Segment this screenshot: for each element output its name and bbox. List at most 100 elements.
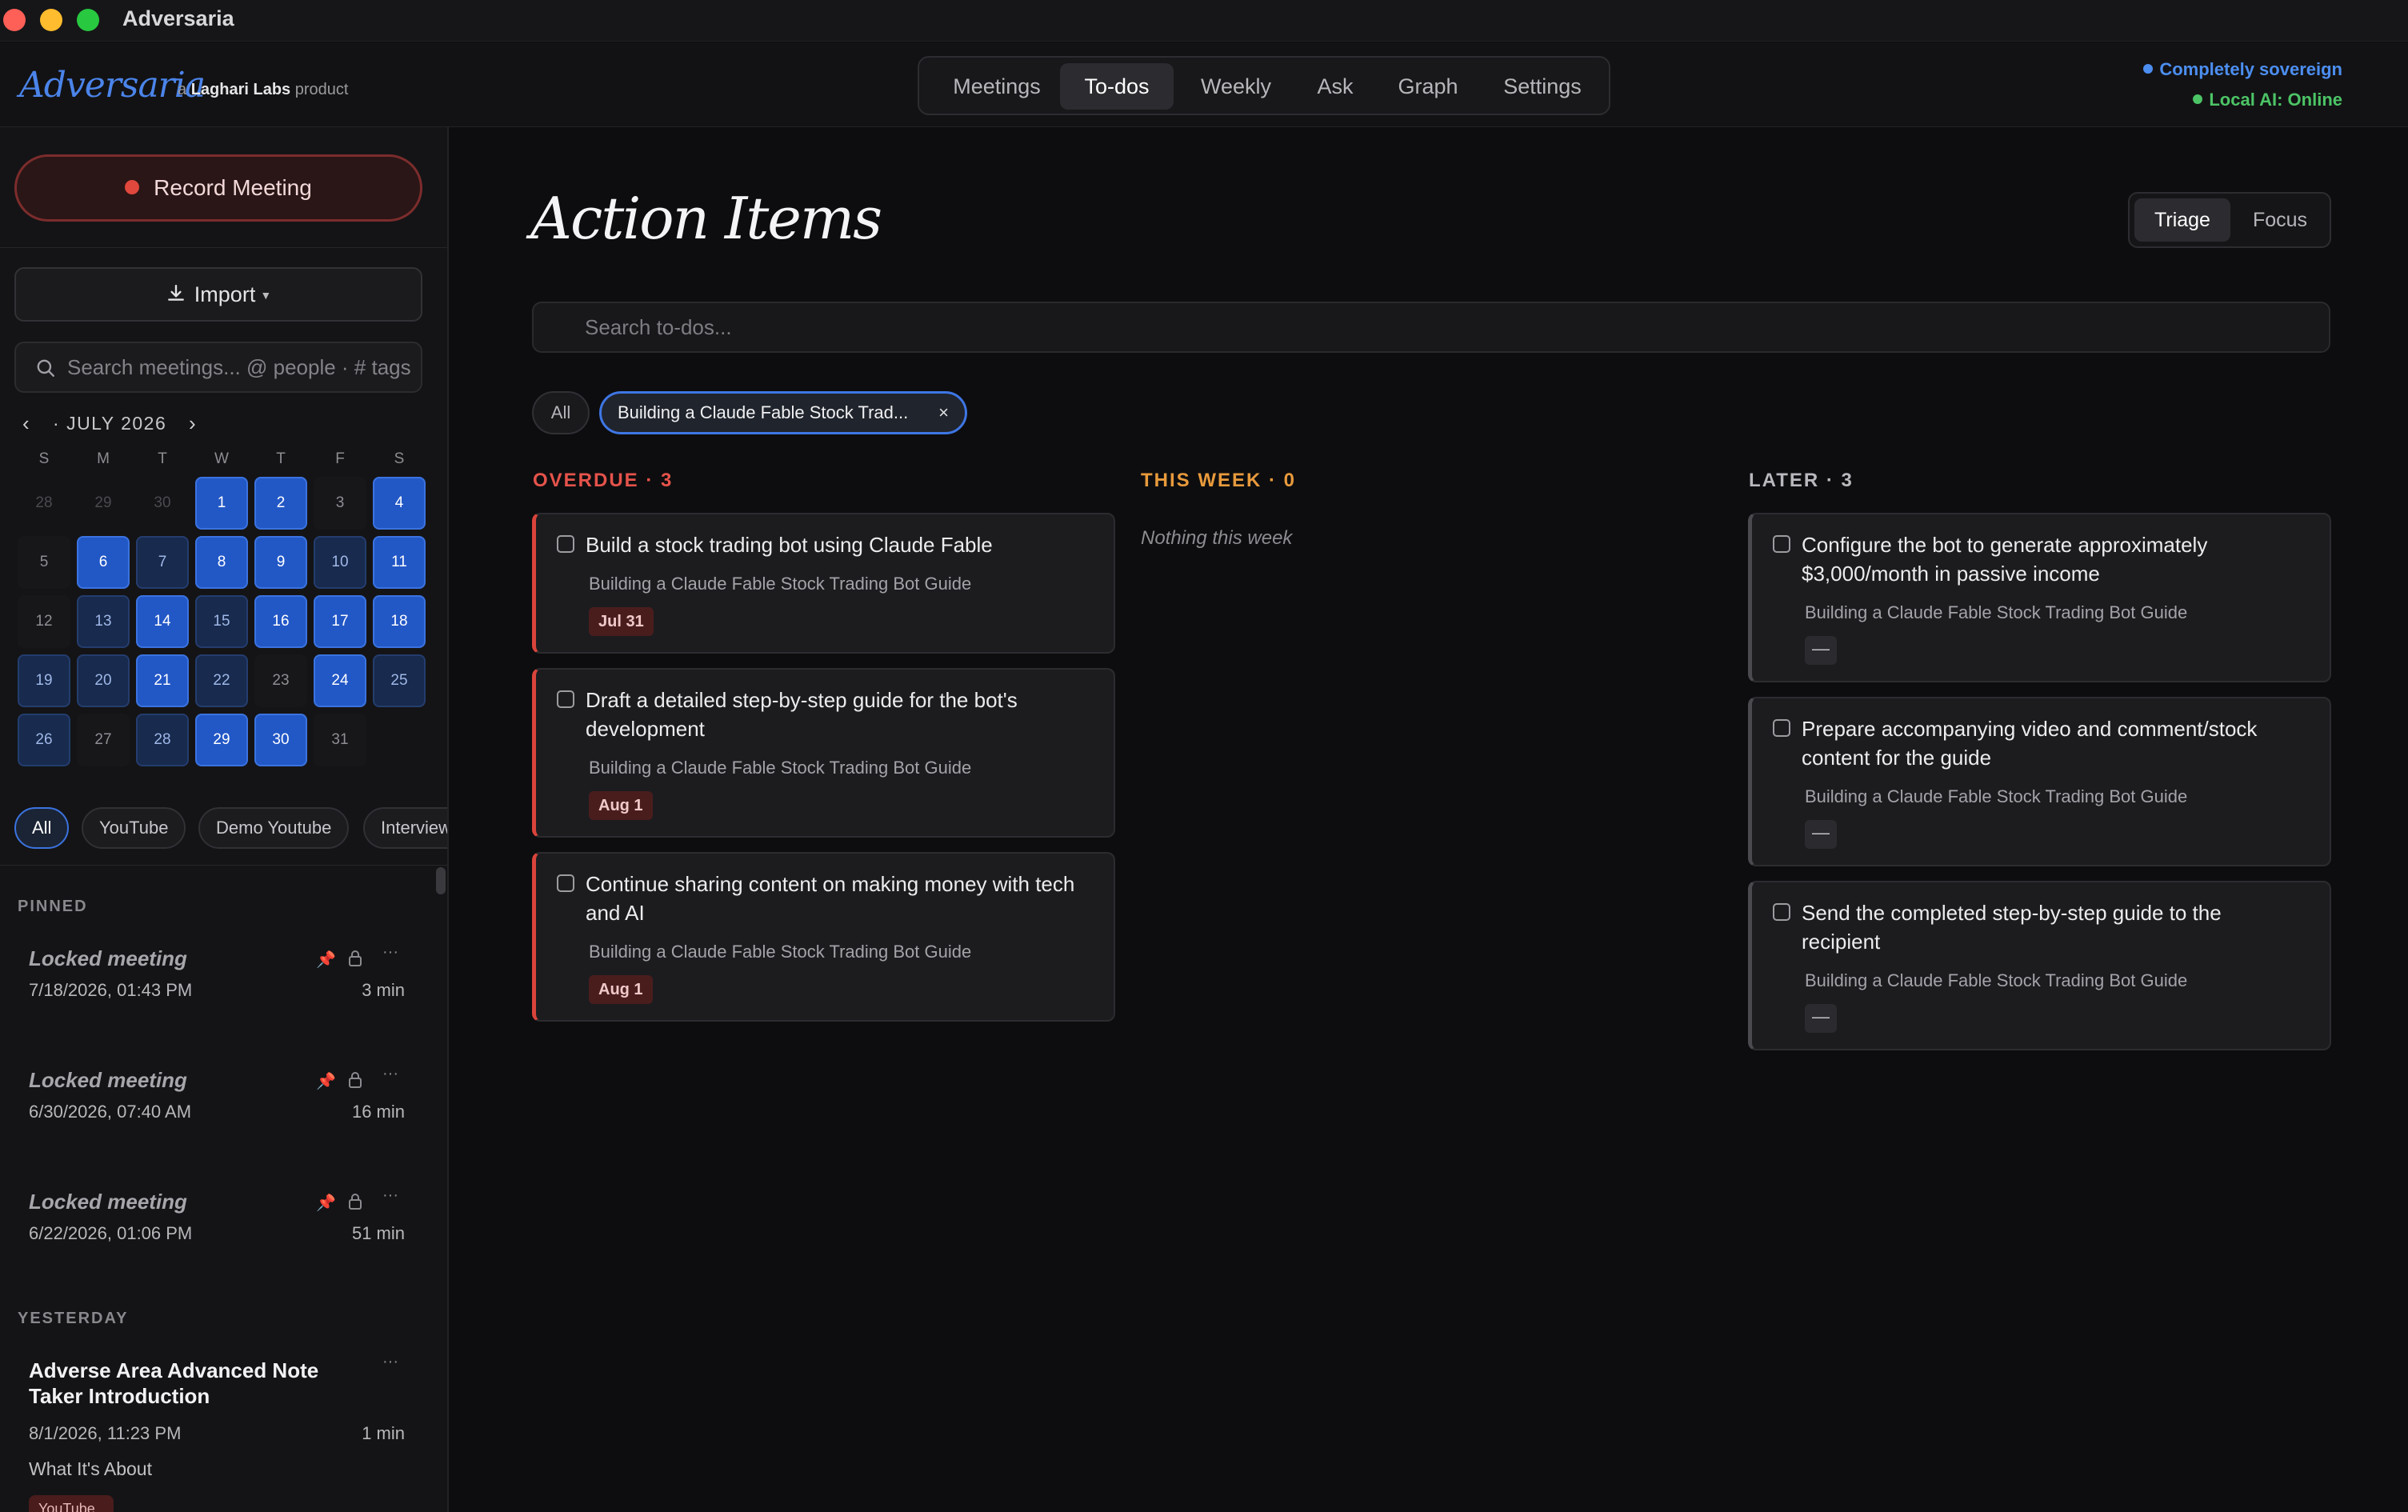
calendar-day[interactable]: 30 (136, 477, 189, 530)
tab-weekly[interactable]: Weekly (1180, 63, 1292, 110)
calendar-day[interactable]: 14 (136, 595, 189, 648)
chip-demo-youtube[interactable]: Demo Youtube (198, 807, 350, 849)
calendar-weekday: W (214, 450, 229, 467)
this-week-header: THIS WEEK · 0 (1141, 470, 1297, 491)
todo-card[interactable]: Prepare accompanying video and comment/s… (1748, 697, 2331, 866)
calendar-day[interactable]: 23 (254, 654, 307, 707)
list-item[interactable]: Locked meeting 📌 ··· 7/18/2026, 01:43 PM… (29, 943, 405, 1042)
calendar-day[interactable]: 19 (18, 654, 70, 707)
calendar-day[interactable]: 31 (314, 714, 366, 766)
tab-settings[interactable]: Settings (1482, 63, 1602, 110)
calendar-day[interactable]: 16 (254, 595, 307, 648)
todo-checkbox[interactable] (557, 874, 574, 892)
record-meeting-label: Record Meeting (154, 175, 312, 200)
calendar-day[interactable]: 5 (18, 536, 70, 589)
pin-icon[interactable]: 📌 (316, 1193, 336, 1213)
more-icon[interactable]: ··· (382, 1065, 398, 1083)
window-title: Adversaria (122, 6, 234, 30)
calendar-day[interactable]: 24 (314, 654, 366, 707)
more-icon[interactable]: ··· (382, 943, 398, 962)
calendar-day[interactable]: 10 (314, 536, 366, 589)
list-item[interactable]: Locked meeting 📌 ··· 6/30/2026, 07:40 AM… (29, 1065, 405, 1164)
ai-status: Local AI: Online (2193, 90, 2342, 110)
chip-youtube[interactable]: YouTube (82, 807, 186, 849)
calendar-day[interactable]: 20 (77, 654, 130, 707)
close-icon[interactable]: × (938, 394, 949, 432)
calendar-day[interactable]: 28 (18, 477, 70, 530)
caret-down-icon: ▼ (260, 289, 272, 302)
tab-graph[interactable]: Graph (1380, 63, 1476, 110)
sovereign-dot-icon (2143, 64, 2154, 74)
calendar-day[interactable]: 30 (254, 714, 307, 766)
calendar-day[interactable]: 21 (136, 654, 189, 707)
due-date-badge: Aug 1 (589, 975, 653, 1004)
list-item[interactable]: Locked meeting 📌 ··· 6/22/2026, 01:06 PM… (29, 1186, 405, 1286)
todo-title: Draft a detailed step-by-step guide for … (586, 688, 1018, 741)
chevron-left-icon[interactable]: ‹ (22, 411, 30, 436)
zoom-window-button[interactable] (77, 9, 99, 31)
todo-search-input[interactable] (585, 303, 2305, 351)
calendar-day[interactable]: 6 (77, 536, 130, 589)
meeting-duration: 3 min (362, 980, 405, 1000)
calendar-day[interactable]: 22 (195, 654, 248, 707)
todo-card[interactable]: Configure the bot to generate approximat… (1748, 513, 2331, 682)
todo-checkbox[interactable] (1773, 903, 1790, 921)
todo-card[interactable]: Draft a detailed step-by-step guide for … (532, 668, 1115, 838)
todo-card[interactable]: Continue sharing content on making money… (532, 852, 1115, 1022)
calendar-day[interactable]: 1 (195, 477, 248, 530)
calendar-day[interactable]: 17 (314, 595, 366, 648)
calendar-day[interactable]: 4 (373, 477, 426, 530)
calendar-day[interactable]: 3 (314, 477, 366, 530)
meeting-title: Locked meeting (29, 1190, 187, 1214)
chip-interview[interactable]: Interview (363, 807, 447, 849)
calendar-header: ‹ · JULY 2026 › (22, 411, 262, 443)
list-item[interactable]: Adverse Area Advanced Note Taker Introdu… (29, 1353, 405, 1494)
todo-checkbox[interactable] (557, 535, 574, 553)
calendar-day[interactable]: 11 (373, 536, 426, 589)
more-icon[interactable]: ··· (382, 1353, 398, 1371)
todo-checkbox[interactable] (1773, 719, 1790, 737)
focus-button[interactable]: Focus (2234, 198, 2326, 242)
calendar-day[interactable]: 15 (195, 595, 248, 648)
calendar-day[interactable]: 9 (254, 536, 307, 589)
calendar-day[interactable]: 29 (77, 477, 130, 530)
lock-icon (347, 1193, 363, 1215)
tab-todos[interactable]: To-dos (1060, 63, 1174, 110)
calendar-day[interactable]: 28 (136, 714, 189, 766)
todo-checkbox[interactable] (1773, 535, 1790, 553)
calendar-day[interactable]: 2 (254, 477, 307, 530)
meeting-search (14, 342, 422, 393)
calendar-day[interactable]: 7 (136, 536, 189, 589)
todo-card[interactable]: Send the completed step-by-step guide to… (1748, 881, 2331, 1050)
todo-title: Prepare accompanying video and comment/s… (1802, 717, 2258, 770)
tab-ask[interactable]: Ask (1295, 63, 1375, 110)
sidebar-scrollbar[interactable] (436, 867, 446, 894)
pin-icon[interactable]: 📌 (316, 1071, 336, 1091)
due-date-badge: Aug 1 (589, 791, 653, 820)
calendar-day[interactable]: 8 (195, 536, 248, 589)
project-filter-chip[interactable]: Building a Claude Fable Stock Trad... × (599, 391, 967, 434)
calendar-day[interactable]: 13 (77, 595, 130, 648)
tab-meetings[interactable]: Meetings (926, 63, 1068, 110)
todo-card[interactable]: Build a stock trading bot using Claude F… (532, 513, 1115, 654)
minimize-window-button[interactable] (40, 9, 62, 31)
record-meeting-button[interactable]: Record Meeting (14, 154, 422, 222)
pin-icon[interactable]: 📌 (316, 950, 336, 970)
calendar-day[interactable]: 12 (18, 595, 70, 648)
calendar-day[interactable]: 25 (373, 654, 426, 707)
chip-all[interactable]: All (14, 807, 70, 849)
triage-button[interactable]: Triage (2134, 198, 2230, 242)
calendar-day[interactable]: 26 (18, 714, 70, 766)
meeting-summary: What It's About (29, 1458, 152, 1479)
more-icon[interactable]: ··· (382, 1186, 398, 1205)
close-window-button[interactable] (3, 9, 26, 31)
meeting-search-input[interactable] (67, 343, 419, 391)
import-button[interactable]: Import ▼ (14, 267, 422, 322)
calendar-day[interactable]: 29 (195, 714, 248, 766)
calendar-day[interactable]: 27 (77, 714, 130, 766)
ai-status-text: Local AI: Online (2209, 90, 2342, 110)
chevron-right-icon[interactable]: › (189, 411, 197, 436)
todo-checkbox[interactable] (557, 690, 574, 708)
calendar-day[interactable]: 18 (373, 595, 426, 648)
filter-all-chip[interactable]: All (532, 391, 590, 434)
